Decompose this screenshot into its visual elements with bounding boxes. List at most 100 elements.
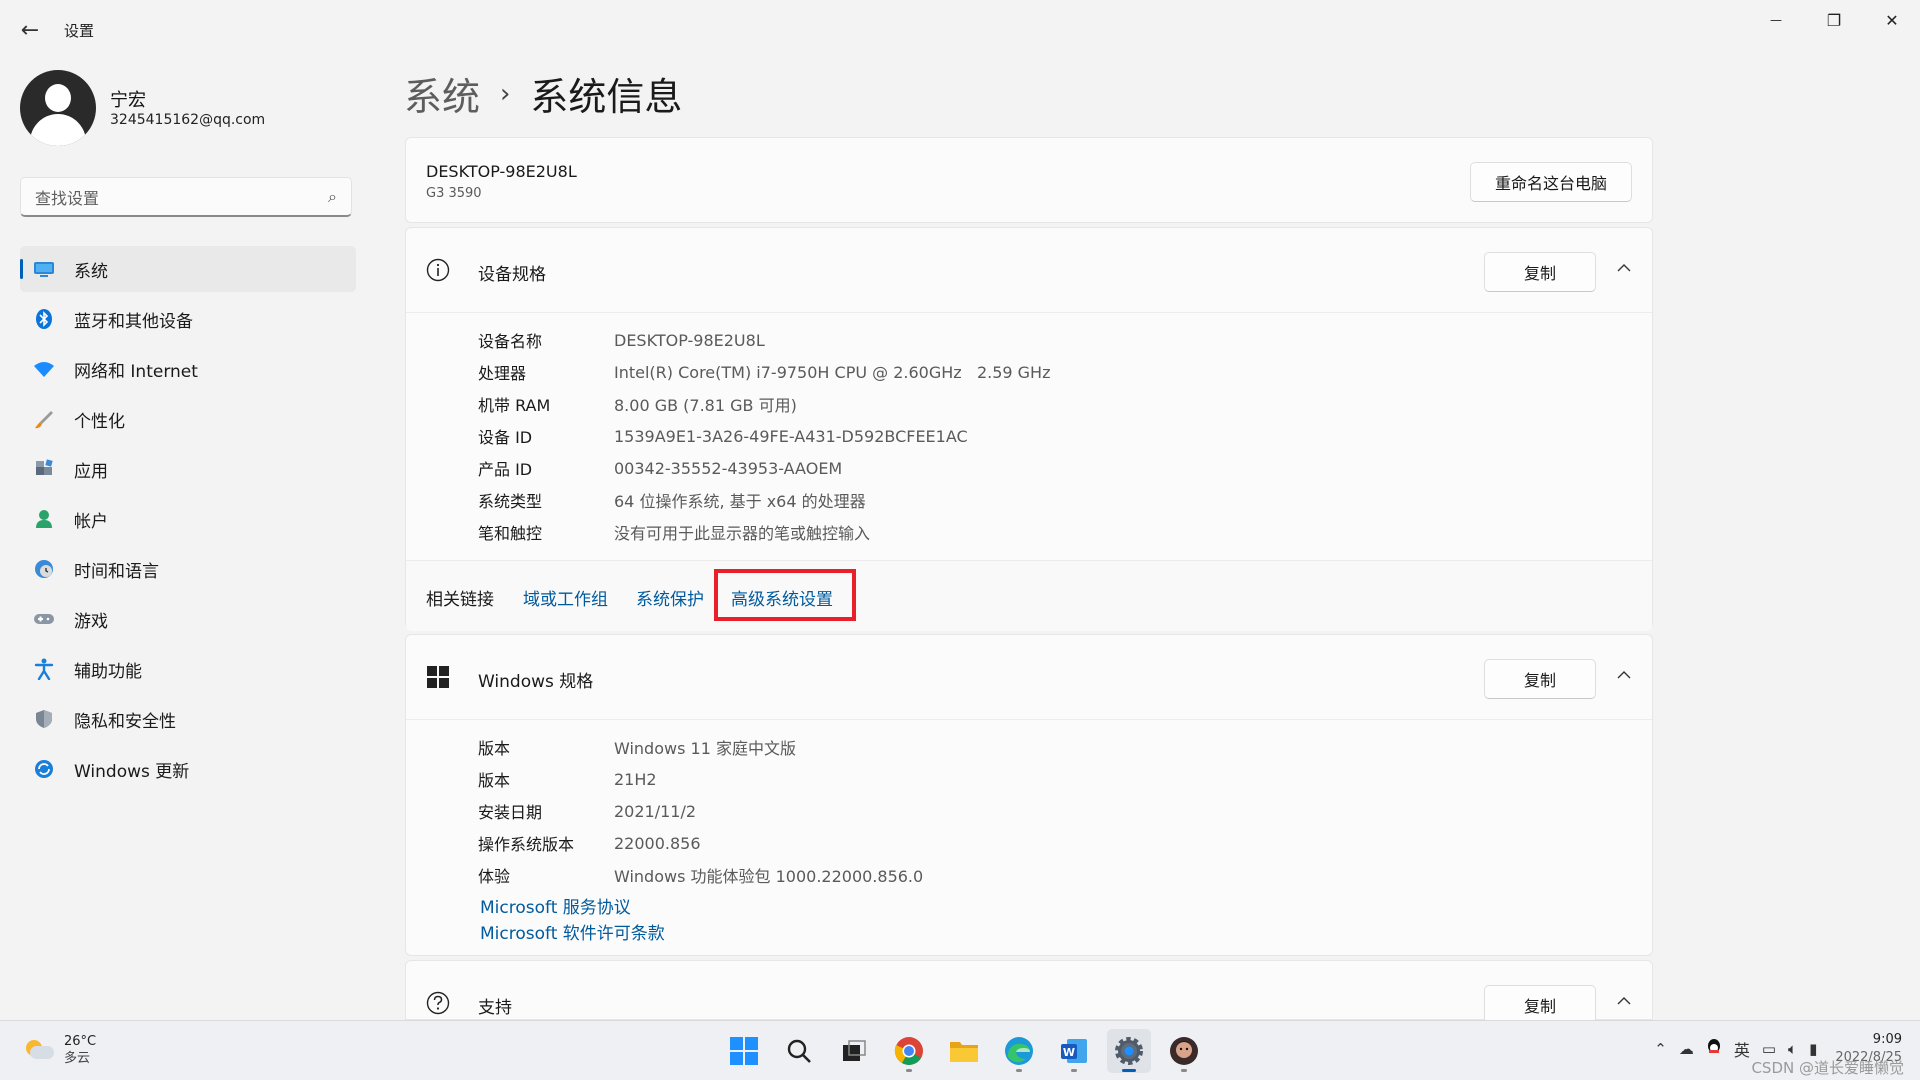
spec-label: 处理器 bbox=[478, 364, 527, 383]
start-button[interactable] bbox=[722, 1029, 766, 1073]
avatar-app[interactable] bbox=[1162, 1029, 1206, 1073]
qq-icon[interactable] bbox=[1706, 1038, 1722, 1060]
word-icon: W bbox=[1061, 1039, 1087, 1063]
spec-row: 产品 ID 00342-35552-43953-AAOEM bbox=[478, 452, 1050, 484]
spec-value: Windows 功能体验包 1000.22000.856.0 bbox=[614, 867, 924, 886]
word-app[interactable]: W bbox=[1052, 1029, 1096, 1073]
user-name: 宁宏 bbox=[110, 90, 146, 111]
gamepad-icon bbox=[32, 607, 56, 631]
shield-icon bbox=[32, 707, 56, 731]
display-icon[interactable]: ▭ bbox=[1762, 1040, 1776, 1058]
apps-icon bbox=[32, 457, 56, 481]
spec-row: 版本 Windows 11 家庭中文版 bbox=[478, 731, 923, 763]
sidebar-item-label: 应用 bbox=[74, 461, 108, 482]
taskbar-search-button[interactable] bbox=[777, 1029, 821, 1073]
device-model: G3 3590 bbox=[426, 186, 482, 201]
volume-icon[interactable]: 🔈︎ bbox=[1788, 1040, 1797, 1058]
spec-label: 笔和触控 bbox=[478, 524, 543, 543]
breadcrumb: 系统 › 系统信息 bbox=[404, 66, 682, 121]
onedrive-icon[interactable]: ☁ bbox=[1679, 1040, 1694, 1058]
back-arrow-icon: ← bbox=[20, 17, 40, 43]
chevron-up-icon[interactable] bbox=[1612, 256, 1636, 280]
spec-value: DESKTOP-98E2U8L bbox=[614, 330, 765, 350]
search-input[interactable] bbox=[33, 178, 317, 218]
device-specs-card: 设备规格 复制 设备名称 DESKTOP-98E2U8L 处理器 Intel(R… bbox=[405, 227, 1653, 631]
brush-icon bbox=[32, 407, 56, 431]
spec-value: 没有可用于此显示器的笔或触控输入 bbox=[614, 524, 871, 543]
page-title: 系统信息 bbox=[530, 75, 683, 119]
copy-windows-specs-button[interactable]: 复制 bbox=[1484, 659, 1596, 699]
domain-workgroup-link[interactable]: 域或工作组 bbox=[523, 585, 608, 610]
sidebar-item-windows-update[interactable]: Windows 更新 bbox=[20, 746, 356, 792]
spec-row: 安装日期 2021/11/2 bbox=[478, 795, 923, 827]
sidebar-item-accessibility[interactable]: 辅助功能 bbox=[20, 646, 356, 692]
sidebar-item-accounts[interactable]: 帐户 bbox=[20, 496, 356, 542]
spec-value: 21H2 bbox=[614, 769, 657, 789]
svg-text:W: W bbox=[1063, 1046, 1075, 1059]
spec-label: 机带 RAM bbox=[478, 396, 551, 415]
user-profile[interactable]: 宁宏 3245415162@qq.com bbox=[20, 70, 360, 146]
file-explorer-app[interactable] bbox=[942, 1029, 986, 1073]
chrome-app[interactable] bbox=[887, 1029, 931, 1073]
weather-description: 多云 bbox=[64, 1051, 91, 1066]
person-icon bbox=[32, 507, 56, 531]
ms-license-terms-link[interactable]: Microsoft 软件许可条款 bbox=[480, 919, 665, 944]
settings-app[interactable] bbox=[1107, 1029, 1151, 1073]
spec-label: 设备 ID bbox=[478, 428, 533, 447]
help-icon bbox=[426, 991, 450, 1015]
battery-icon[interactable]: ▮ bbox=[1809, 1040, 1817, 1058]
ime-indicator[interactable]: 英 bbox=[1734, 1037, 1750, 1061]
avatar bbox=[20, 70, 96, 146]
task-view-button[interactable] bbox=[832, 1029, 876, 1073]
weather-widget[interactable]: 26°C 多云 bbox=[24, 1033, 96, 1067]
windows-specs-header[interactable]: Windows 规格 复制 bbox=[406, 635, 1652, 720]
windows-specs-title: Windows 规格 bbox=[478, 672, 594, 692]
sidebar-item-apps[interactable]: 应用 bbox=[20, 446, 356, 492]
sidebar-item-label: 游戏 bbox=[74, 611, 108, 632]
spec-row: 处理器 Intel(R) Core(TM) i7-9750H CPU @ 2.6… bbox=[478, 356, 1050, 388]
edge-app[interactable] bbox=[997, 1029, 1041, 1073]
back-button[interactable]: ← bbox=[16, 12, 44, 48]
rename-pc-button[interactable]: 重命名这台电脑 bbox=[1470, 162, 1632, 202]
copy-device-specs-button[interactable]: 复制 bbox=[1484, 252, 1596, 292]
spec-row: 体验 Windows 功能体验包 1000.22000.856.0 bbox=[478, 859, 923, 891]
sidebar-item-personalization[interactable]: 个性化 bbox=[20, 396, 356, 442]
close-button[interactable]: ✕ bbox=[1864, 0, 1920, 40]
user-email: 3245415162@qq.com bbox=[110, 112, 266, 128]
sidebar-item-network[interactable]: 网络和 Internet bbox=[20, 346, 356, 392]
windows-specs-card: Windows 规格 复制 版本 Windows 11 家庭中文版 版本 21H… bbox=[405, 634, 1653, 956]
sidebar-item-label: 时间和语言 bbox=[74, 561, 159, 582]
system-protection-link[interactable]: 系统保护 bbox=[636, 585, 704, 610]
chevron-up-icon[interactable]: ⌃ bbox=[1654, 1040, 1667, 1058]
sidebar-item-bluetooth[interactable]: 蓝牙和其他设备 bbox=[20, 296, 356, 342]
spec-value: 8.00 GB (7.81 GB 可用) bbox=[614, 396, 797, 415]
chevron-up-icon[interactable] bbox=[1612, 663, 1636, 687]
edge-icon bbox=[1005, 1037, 1033, 1065]
watermark: CSDN @道长爱睡懒觉 bbox=[1751, 1059, 1904, 1077]
task-view-icon bbox=[843, 1040, 866, 1061]
spec-value: 00342-35552-43953-AAOEM bbox=[614, 458, 843, 478]
device-specs-list: 设备名称 DESKTOP-98E2U8L 处理器 Intel(R) Core(T… bbox=[478, 324, 1050, 548]
copy-support-button[interactable]: 复制 bbox=[1484, 985, 1596, 1025]
ms-services-agreement-link[interactable]: Microsoft 服务协议 bbox=[480, 893, 631, 918]
spec-value: 1539A9E1-3A26-49FE-A431-D592BCFEE1AC bbox=[614, 426, 968, 446]
sidebar-item-time-language[interactable]: 时间和语言 bbox=[20, 546, 356, 592]
accessibility-icon bbox=[32, 657, 56, 681]
sidebar-item-system[interactable]: 系统 bbox=[20, 246, 356, 292]
device-specs-header[interactable]: 设备规格 复制 bbox=[406, 228, 1652, 313]
highlight-box bbox=[714, 569, 856, 621]
minimize-button[interactable]: — bbox=[1748, 0, 1804, 40]
spec-label: 版本 bbox=[478, 771, 511, 790]
update-icon bbox=[32, 757, 56, 781]
sidebar-item-privacy[interactable]: 隐私和安全性 bbox=[20, 696, 356, 742]
monitor-icon bbox=[32, 257, 56, 281]
chevron-up-icon[interactable] bbox=[1612, 989, 1636, 1013]
search-icon[interactable]: ⌕ bbox=[328, 187, 337, 207]
sidebar-nav: 系统 蓝牙和其他设备 网络和 Internet 个性化 应用 帐户 时间和语言 … bbox=[20, 246, 356, 796]
weather-temperature: 26°C bbox=[64, 1034, 97, 1049]
spec-label: 安装日期 bbox=[478, 803, 543, 822]
maximize-button[interactable]: ❐ bbox=[1806, 0, 1862, 40]
sidebar-item-gaming[interactable]: 游戏 bbox=[20, 596, 356, 642]
breadcrumb-parent[interactable]: 系统 bbox=[404, 66, 480, 121]
spec-row: 笔和触控 没有可用于此显示器的笔或触控输入 bbox=[478, 516, 1050, 548]
